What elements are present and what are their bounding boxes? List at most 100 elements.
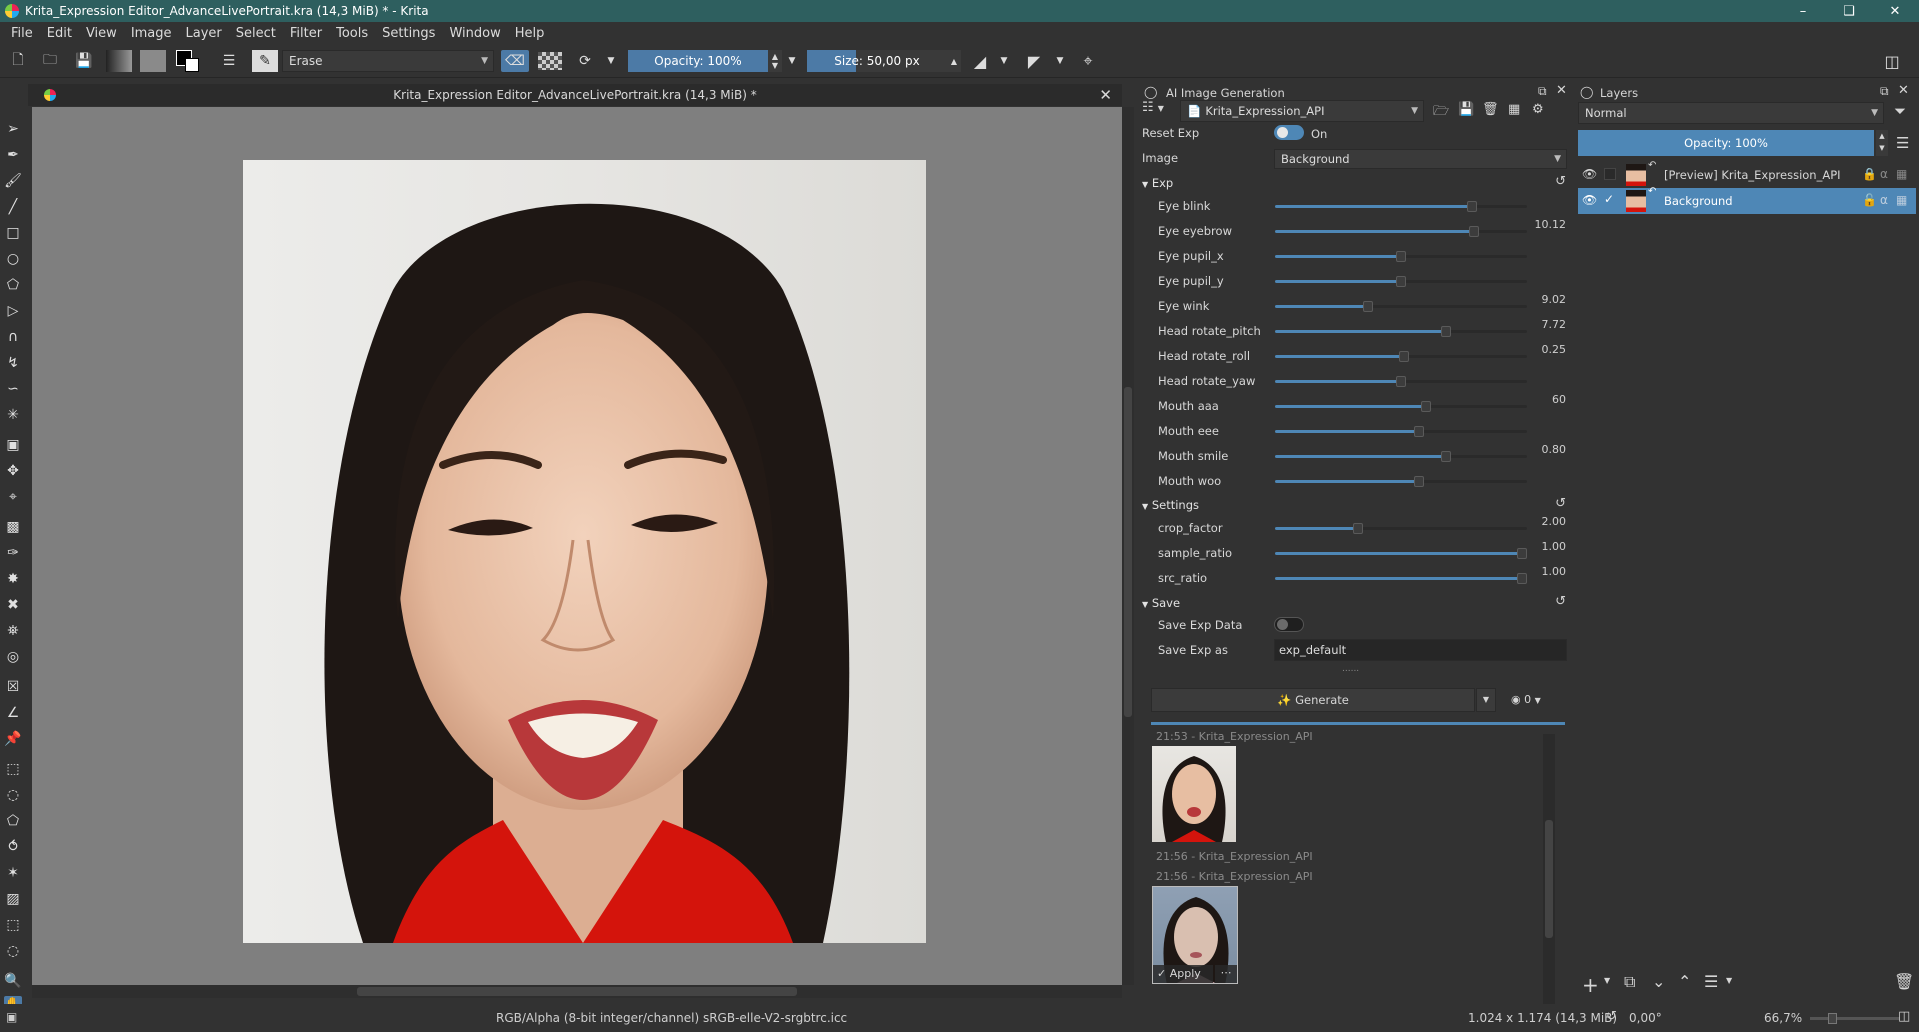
layer-menu-icon[interactable]: ☰	[1896, 134, 1909, 152]
crop-icon[interactable]: ⌖	[1076, 50, 1100, 72]
crop-tool-icon[interactable]: ▣	[4, 436, 22, 454]
brush-settings-icon[interactable]: ☰	[218, 50, 240, 72]
layer-name[interactable]: [Preview] Krita_Expression_API	[1664, 168, 1841, 182]
ellipse-select-tool-icon[interactable]: ◌	[4, 786, 22, 804]
polygon-select-tool-icon[interactable]: ⬠	[4, 812, 22, 830]
add-layer-icon[interactable]: +	[1582, 975, 1599, 995]
reset-save-section-icon[interactable]: ↺	[1555, 594, 1566, 609]
settings-param-slider[interactable]	[1275, 544, 1527, 562]
close-docker-icon[interactable]: ✕	[1898, 83, 1909, 98]
save-exp-as-input[interactable]	[1274, 639, 1567, 661]
duplicate-layer-icon[interactable]: ⧉	[1624, 972, 1635, 992]
layer-row[interactable]: 👁 ↶ [Preview] Krita_Expression_API 🔒 α ▦	[1578, 160, 1916, 188]
eraser-mode-icon[interactable]: ⌫	[501, 50, 529, 72]
exp-param-slider[interactable]	[1275, 197, 1527, 215]
layer-row-selected[interactable]: 👁 ✓ ↶ Background 🔓 α ▦	[1578, 186, 1916, 214]
mirror-vertical-icon[interactable]: ◤	[1022, 50, 1046, 72]
history-list[interactable]: 21:53 - Krita_Expression_API 21:56 - Kri…	[1148, 730, 1548, 1032]
slider-handle[interactable]	[1414, 426, 1424, 437]
exp-param-slider[interactable]	[1275, 347, 1527, 365]
float-docker-icon[interactable]: ⧉	[1880, 84, 1889, 99]
slider-handle[interactable]	[1421, 401, 1431, 412]
exp-param-slider[interactable]	[1275, 247, 1527, 265]
trash-icon[interactable]: 🗑	[1482, 102, 1499, 117]
exp-param-slider[interactable]	[1275, 397, 1527, 415]
workspace-type-icon[interactable]: ☷ ▼	[1142, 100, 1172, 122]
close-docker-icon[interactable]: ✕	[1556, 83, 1567, 98]
slider-handle[interactable]	[1396, 251, 1406, 262]
chevron-down-icon[interactable]: ▼	[998, 50, 1010, 72]
slider-handle[interactable]	[1467, 201, 1477, 212]
slider-handle[interactable]	[1396, 276, 1406, 287]
alpha-inherit-icon[interactable]: α	[1880, 193, 1888, 207]
settings-section-header[interactable]: ▼ Settings	[1142, 498, 1199, 512]
slider-handle[interactable]	[1363, 301, 1373, 312]
menu-select[interactable]: Select	[229, 26, 283, 41]
bezier-tool-icon[interactable]: ∩	[4, 328, 22, 346]
brush-preset-select[interactable]: Erase ▼	[282, 50, 494, 72]
slider-handle[interactable]	[1399, 351, 1409, 362]
smart-patch-tool-icon[interactable]: ✸	[4, 570, 22, 588]
splitter-handle[interactable]: ......	[1342, 664, 1359, 674]
exp-param-slider[interactable]	[1275, 447, 1527, 465]
mirror-horizontal-icon[interactable]: ◢	[968, 50, 992, 72]
perspective-grid-tool-icon[interactable]: ☒	[4, 678, 22, 696]
image-dimensions[interactable]: 1.024 x 1.174 (14,3 MiB)	[1468, 1011, 1617, 1025]
fg-bg-color-icon[interactable]	[176, 50, 202, 72]
exp-param-slider[interactable]	[1275, 422, 1527, 440]
dynamic-brush-tool-icon[interactable]: ∽	[4, 380, 22, 398]
menu-image[interactable]: Image	[124, 26, 179, 41]
chevron-down-icon[interactable]: ▼	[1726, 976, 1732, 985]
slider-handle[interactable]	[1353, 523, 1363, 534]
move-tool-icon[interactable]: ✥	[4, 462, 22, 480]
gradient-selector-icon[interactable]	[106, 50, 132, 72]
exp-param-slider[interactable]	[1275, 297, 1527, 315]
freehand-select-tool-icon[interactable]: ⥀	[4, 838, 22, 856]
exp-param-slider[interactable]	[1275, 472, 1527, 490]
menu-layer[interactable]: Layer	[179, 26, 229, 41]
delete-layer-icon[interactable]: 🗑	[1894, 972, 1914, 991]
new-document-icon[interactable]: 🗋	[8, 50, 28, 72]
size-spin-buttons[interactable]: ▲	[947, 50, 961, 72]
menu-window[interactable]: Window	[442, 26, 507, 41]
size-slider[interactable]: Size: 50,00 px	[807, 50, 947, 72]
layer-name[interactable]: Background	[1664, 194, 1733, 208]
layer-opacity-slider[interactable]: Opacity: 100%	[1578, 130, 1874, 156]
exp-param-slider[interactable]	[1275, 322, 1527, 340]
crop-image-tool-icon[interactable]: ⌖	[4, 488, 22, 506]
line-tool-icon[interactable]: ╱	[4, 198, 22, 216]
menu-settings[interactable]: Settings	[375, 26, 442, 41]
maximize-button[interactable]: ❑	[1826, 0, 1872, 22]
save-exp-data-toggle[interactable]	[1274, 617, 1304, 632]
exp-section-header[interactable]: ▼ Exp	[1142, 176, 1173, 190]
assistant-tool-icon[interactable]: ✖	[4, 596, 22, 614]
slider-handle[interactable]	[1396, 376, 1406, 387]
layer-checkbox-checked[interactable]: ✓	[1604, 192, 1614, 206]
reset-exp-section-icon[interactable]: ↺	[1555, 174, 1566, 189]
layer-opacity-spin[interactable]: ▲ ▼	[1876, 130, 1888, 156]
brush-preset-icon[interactable]: ✎	[252, 50, 278, 72]
bezier-select-tool-icon[interactable]: ⬚	[4, 916, 22, 934]
close-document-icon[interactable]: ✕	[1099, 84, 1112, 106]
history-thumbnail-selected[interactable]: ✓ Apply ⋯	[1152, 886, 1238, 984]
unlock-icon[interactable]: 🔓	[1862, 193, 1877, 207]
settings-param-slider[interactable]	[1275, 569, 1527, 587]
enclose-fill-tool-icon[interactable]: ◎	[4, 648, 22, 666]
zoom-value[interactable]: 66,7%	[1764, 1011, 1802, 1025]
alpha-lock-icon[interactable]: ▦	[1896, 167, 1907, 181]
multibrush-tool-icon[interactable]: ✳	[4, 406, 22, 424]
more-options-icon[interactable]: ⋯	[1215, 965, 1237, 983]
reset-settings-section-icon[interactable]: ↺	[1555, 496, 1566, 511]
measure-tool-icon[interactable]: ∠	[4, 704, 22, 722]
reference-tool-icon[interactable]: 📌	[4, 730, 22, 748]
reset-exp-toggle[interactable]	[1274, 125, 1304, 140]
magnetic-select-tool-icon[interactable]: ◌	[4, 942, 22, 960]
close-window-button[interactable]: ✕	[1872, 0, 1918, 22]
history-scrollbar[interactable]	[1543, 734, 1555, 1032]
move-layer-down-icon[interactable]: ⌄	[1652, 972, 1665, 991]
workspace-select[interactable]: 📄 Krita_Expression_API ▼	[1180, 100, 1424, 122]
save-workflow-icon[interactable]: 💾	[1458, 102, 1474, 117]
settings-gear-icon[interactable]: ⚙	[1532, 102, 1544, 117]
zoom-slider[interactable]	[1810, 1013, 1900, 1024]
layer-checkbox[interactable]	[1604, 168, 1616, 180]
